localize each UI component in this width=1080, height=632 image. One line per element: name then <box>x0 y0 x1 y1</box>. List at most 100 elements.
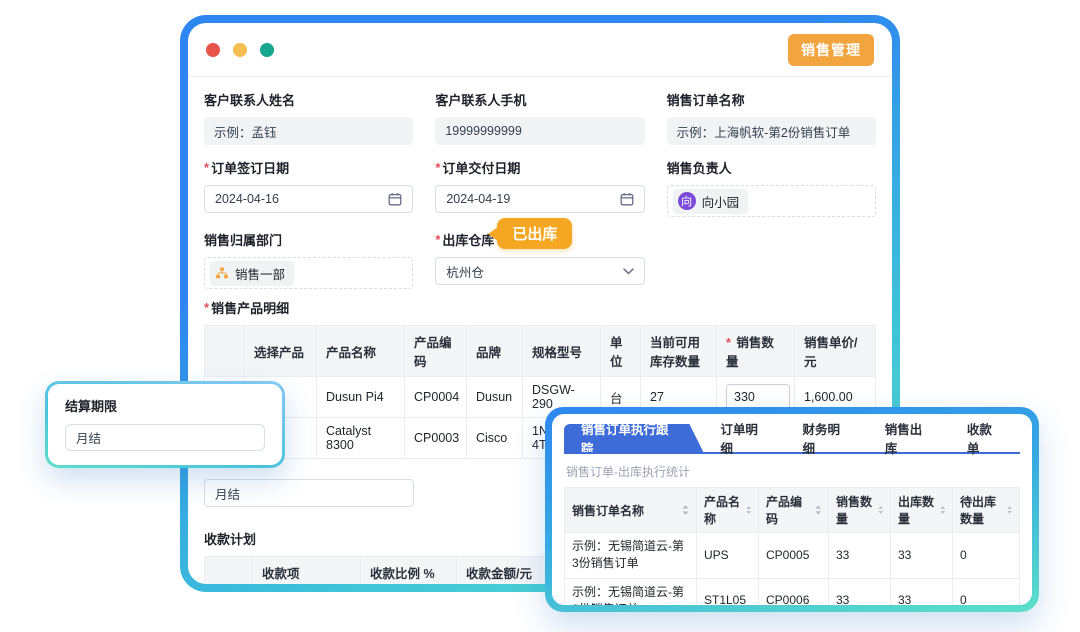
product-code-cell: CP0005 <box>759 533 829 579</box>
deliver-date-input[interactable]: 2024-04-19 <box>435 185 644 213</box>
calendar-icon[interactable] <box>620 192 634 206</box>
contact-name-input[interactable]: 示例：孟钰 <box>204 117 413 145</box>
sign-date-field-group: * 订单签订日期 2024-04-16 <box>204 158 413 217</box>
contact-phone-label: 客户联系人手机 <box>435 90 644 109</box>
tab-order-tracking[interactable]: 销售订单执行跟踪 <box>564 424 703 452</box>
sales-owner-field[interactable]: 向 向小园 <box>667 185 876 217</box>
required-mark: * <box>726 336 731 350</box>
unit-header: 单位 <box>601 326 641 377</box>
outbound-qty-col-header[interactable]: 出库数量 <box>891 488 953 533</box>
deliver-date-value: 2024-04-19 <box>446 192 510 206</box>
required-mark: * <box>204 300 209 315</box>
warehouse-label-text: 出库仓库 <box>442 230 494 249</box>
pending-qty-col-header[interactable]: 待出库数量 <box>953 488 1020 533</box>
sales-owner-chip[interactable]: 向 向小园 <box>673 189 749 214</box>
product-code-cell: CP0004 <box>405 377 467 418</box>
warehouse-select[interactable]: 杭州仓 <box>435 257 644 285</box>
close-window-button[interactable] <box>206 43 220 57</box>
product-code-col-header[interactable]: 产品编码 <box>759 488 829 533</box>
sort-icon <box>878 505 883 515</box>
product-name-header: 产品名称 <box>317 326 405 377</box>
warehouse-value: 杭州仓 <box>446 262 484 281</box>
org-chart-icon <box>215 267 229 280</box>
department-chip[interactable]: 销售一部 <box>210 261 294 286</box>
tracking-tab-bar: 销售订单执行跟踪 订单明细 财务明细 销售出库 收款单 <box>564 424 1020 454</box>
deliver-date-label-text: 订单交付日期 <box>442 158 520 177</box>
sign-date-label-text: 订单签订日期 <box>211 158 289 177</box>
settlement-popup-value: 月结 <box>76 428 101 447</box>
department-field[interactable]: 销售一部 <box>204 257 413 289</box>
tab-sales-outbound[interactable]: 销售出库 <box>868 424 950 452</box>
product-name-cell: Catalyst 8300 <box>317 418 405 459</box>
contact-name-field-group: 客户联系人姓名 示例：孟钰 <box>204 90 413 145</box>
sales-management-badge: 销售管理 <box>788 34 874 66</box>
sort-icon <box>682 505 689 515</box>
department-label: 销售归属部门 <box>204 230 413 249</box>
tracking-subtitle: 销售订单-出库执行统计 <box>566 463 1020 480</box>
price-header: 销售单价/元 <box>795 326 876 377</box>
col-header-text: 待出库数量 <box>960 493 1003 527</box>
col-header-text: 销售数量 <box>836 493 874 527</box>
sort-icon <box>1007 505 1012 515</box>
product-name-col-header[interactable]: 产品名称 <box>697 488 759 533</box>
settlement-terms-input[interactable]: 月结 <box>204 479 414 507</box>
calendar-icon[interactable] <box>388 192 402 206</box>
sales-qty-col-header[interactable]: 销售数量 <box>829 488 891 533</box>
contact-name-label: 客户联系人姓名 <box>204 90 413 109</box>
outbound-qty-cell: 33 <box>891 578 953 605</box>
product-section-label: * 销售产品明细 <box>204 298 876 317</box>
settlement-terms-value: 月结 <box>215 484 240 503</box>
tab-order-detail[interactable]: 订单明细 <box>703 424 785 452</box>
maximize-window-button[interactable] <box>260 43 274 57</box>
contact-phone-field-group: 客户联系人手机 19999999999 <box>435 90 644 145</box>
col-header-text: 销售订单名称 <box>572 502 644 519</box>
tracking-row-1: 示例：无锡简道云-第3份销售订单 UPS CP0005 33 33 0 <box>565 533 1020 579</box>
deliver-date-label: * 订单交付日期 <box>435 158 644 177</box>
warehouse-field-group: * 出库仓库 已出库 杭州仓 <box>435 230 644 289</box>
traffic-lights <box>206 43 274 57</box>
col-header-text: 出库数量 <box>898 493 936 527</box>
sign-date-input[interactable]: 2024-04-16 <box>204 185 413 213</box>
index-header <box>205 326 245 377</box>
stock-header: 当前可用库存数量 <box>641 326 717 377</box>
order-name-col-header[interactable]: 销售订单名称 <box>565 488 697 533</box>
brand-cell: Dusun <box>467 377 523 418</box>
product-code-header: 产品编码 <box>405 326 467 377</box>
payment-item-header: 收款项 <box>253 557 361 585</box>
sales-owner-name: 向小园 <box>702 192 740 211</box>
settlement-popup-input[interactable]: 月结 <box>65 424 265 451</box>
deliver-date-field-group: * 订单交付日期 2024-04-19 <box>435 158 644 217</box>
contact-phone-value: 19999999999 <box>445 124 521 138</box>
index-header <box>205 557 253 585</box>
order-tracking-popup: 销售订单执行跟踪 订单明细 财务明细 销售出库 收款单 销售订单-出库执行统计 … <box>545 407 1039 612</box>
outbound-qty-cell: 33 <box>891 533 953 579</box>
pending-qty-cell: 0 <box>953 533 1020 579</box>
product-name-cell: ST1L05 <box>697 578 759 605</box>
sort-icon <box>815 505 821 515</box>
required-mark: * <box>435 232 440 247</box>
select-product-header: 选择产品 <box>245 326 317 377</box>
minimize-window-button[interactable] <box>233 43 247 57</box>
order-name-input[interactable]: 示例：上海帆软-第2份销售订单 <box>667 117 876 145</box>
titlebar: 销售管理 <box>188 23 892 77</box>
col-header-text: 产品编码 <box>766 493 811 527</box>
avatar: 向 <box>678 192 696 210</box>
contact-name-value: 示例：孟钰 <box>214 122 277 141</box>
order-name-label: 销售订单名称 <box>667 90 876 109</box>
tab-receipt[interactable]: 收款单 <box>950 424 1020 452</box>
order-name-field-group: 销售订单名称 示例：上海帆软-第2份销售订单 <box>667 90 876 145</box>
sign-date-label: * 订单签订日期 <box>204 158 413 177</box>
sales-qty-cell: 33 <box>829 578 891 605</box>
product-name-cell: UPS <box>697 533 759 579</box>
tracking-table: 销售订单名称 产品名称 产品编码 销售数量 出库数量 待出库数量 示例：无锡简道… <box>564 487 1020 605</box>
contact-phone-input[interactable]: 19999999999 <box>435 117 644 145</box>
tab-finance-detail[interactable]: 财务明细 <box>786 424 868 452</box>
chevron-down-icon <box>623 268 634 275</box>
sales-qty-cell: 33 <box>829 533 891 579</box>
tracking-header-row: 销售订单名称 产品名称 产品编码 销售数量 出库数量 待出库数量 <box>565 488 1020 533</box>
settlement-popup-title: 结算期限 <box>65 396 265 415</box>
sales-owner-field-group: 销售负责人 向 向小园 <box>667 158 876 217</box>
warehouse-label: * 出库仓库 已出库 <box>435 230 644 249</box>
department-field-group: 销售归属部门 销售一部 <box>204 230 413 289</box>
payment-ratio-header: 收款比例 % <box>361 557 457 585</box>
